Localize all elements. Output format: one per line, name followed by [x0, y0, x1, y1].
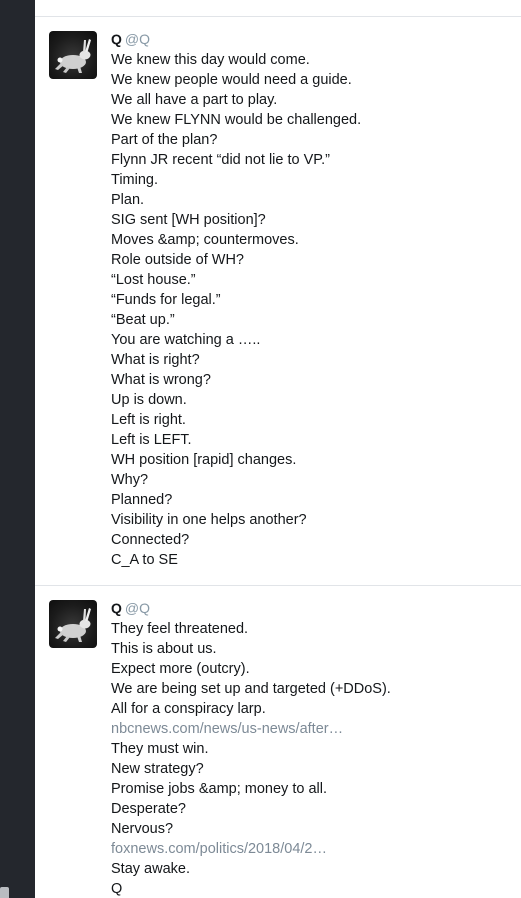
- tweet-line: Timing.: [111, 172, 158, 188]
- tweet-line: We knew people would need a guide.: [111, 72, 352, 88]
- tweet-line: Left is LEFT.: [111, 432, 192, 448]
- tweet-line: What is right?: [111, 352, 200, 368]
- tweet-line: We are being set up and targeted (+DDoS)…: [111, 681, 391, 697]
- tweet-line: You are watching a …..: [111, 332, 261, 348]
- tweet-line: Connected?: [111, 532, 190, 548]
- tweet-line: Planned?: [111, 492, 173, 508]
- tweet-line: Flynn JR recent “did not lie to VP.”: [111, 152, 330, 168]
- tweet-line: What is wrong?: [111, 372, 211, 388]
- tweet-line: Desperate?: [111, 801, 186, 817]
- tweet-line: Part of the plan?: [111, 132, 218, 148]
- rabbit-avatar-icon[interactable]: [49, 31, 97, 79]
- author-name[interactable]: Q: [111, 600, 122, 616]
- tweet-line: We all have a part to play.: [111, 92, 278, 108]
- tweet-line: This is about us.: [111, 641, 217, 657]
- tweet-line: New strategy?: [111, 761, 204, 777]
- tweet-link[interactable]: foxnews.com/politics/2018/04/2…: [111, 839, 515, 859]
- feed-divider: [35, 585, 521, 586]
- tweet-line: Role outside of WH?: [111, 252, 244, 268]
- tweet-line: Stay awake.: [111, 861, 190, 877]
- tweet-header: Q @Q: [111, 31, 515, 48]
- tweet-feed: Q @Q We knew this day would come. We knew …: [35, 0, 521, 898]
- tweet-text: They feel threatened. This is about us. Ex…: [111, 619, 515, 898]
- tweet-body: Q @Q We knew this day would come. We knew …: [111, 31, 515, 570]
- tweet-line: “Beat up.”: [111, 312, 175, 328]
- tweet-line: Promise jobs &amp; money to all.: [111, 781, 327, 797]
- tweet-line: “Funds for legal.”: [111, 292, 221, 308]
- tweet-line: Q: [111, 881, 123, 897]
- tweet-line: Why?: [111, 472, 149, 488]
- author-handle[interactable]: @Q: [125, 600, 150, 616]
- left-sidebar: [0, 0, 35, 898]
- tweet-line: Expect more (outcry).: [111, 661, 250, 677]
- tweet-line: Moves &amp; countermoves.: [111, 232, 299, 248]
- tweet-line: Nervous?: [111, 821, 174, 837]
- tweet-line: They feel threatened.: [111, 621, 249, 637]
- feed-divider: [35, 16, 521, 17]
- tweet-line: We knew FLYNN would be challenged.: [111, 112, 362, 128]
- tweet-line: They must win.: [111, 741, 209, 757]
- tweet-header: Q @Q: [111, 600, 515, 617]
- tweet-line: SIG sent [WH position]?: [111, 212, 266, 228]
- tweet-line: WH position [rapid] changes.: [111, 452, 297, 468]
- tweet-line: We knew this day would come.: [111, 52, 310, 68]
- tweet-line: “Lost house.”: [111, 272, 196, 288]
- rabbit-avatar-icon[interactable]: [49, 600, 97, 648]
- tweet-line: Left is right.: [111, 412, 186, 428]
- author-handle[interactable]: @Q: [125, 31, 150, 47]
- tweet-body: Q @Q They feel threatened. This is about u…: [111, 600, 515, 898]
- tweet-text: We knew this day would come. We knew peop…: [111, 50, 515, 570]
- tweet-line: All for a conspiracy larp.: [111, 701, 266, 717]
- tweet-line: Visibility in one helps another?: [111, 512, 307, 528]
- tweet-line: Plan.: [111, 192, 145, 208]
- tweet-line: C_A to SE: [111, 552, 178, 568]
- tweet-line: Up is down.: [111, 392, 187, 408]
- tweet-link[interactable]: nbcnews.com/news/us-news/after…: [111, 719, 515, 739]
- author-name[interactable]: Q: [111, 31, 122, 47]
- sidebar-scroll-handle[interactable]: [0, 887, 9, 898]
